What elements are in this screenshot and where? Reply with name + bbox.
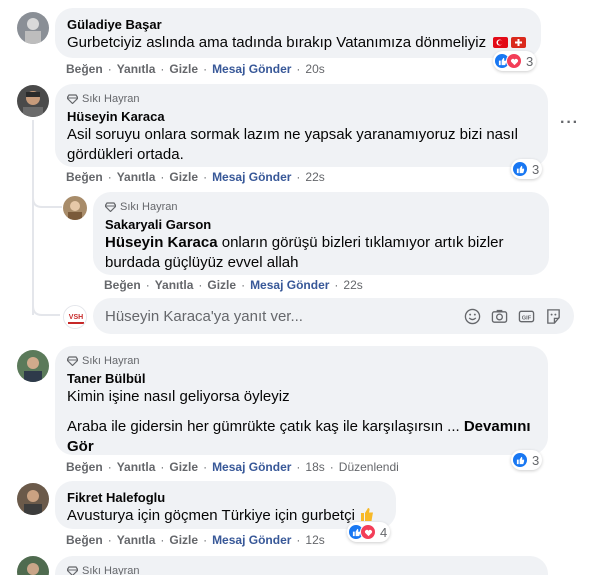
send-message-button[interactable]: Mesaj Gönder xyxy=(212,460,291,474)
hide-button[interactable]: Gizle xyxy=(169,533,198,547)
avatar[interactable] xyxy=(17,85,49,117)
comment-text: Kimin işine nasıl geliyorsa öyleyiz xyxy=(67,388,290,405)
diamond-icon xyxy=(105,202,116,212)
reactions-count[interactable]: 4 xyxy=(347,522,391,542)
badge-label: Sıkı Hayran xyxy=(82,565,140,575)
comment-text: Asil soruyu onlara sormak lazım ne yapsa… xyxy=(67,126,519,163)
edited-label[interactable]: Düzenlendi xyxy=(339,460,399,474)
badge-label: Sıkı Hayran xyxy=(82,93,140,105)
hide-button[interactable]: Gizle xyxy=(169,170,198,184)
badge-label: Sıkı Hayran xyxy=(120,201,178,213)
comment-author[interactable]: Fikret Halefoglu xyxy=(67,489,384,506)
avatar[interactable] xyxy=(63,196,87,220)
diamond-icon xyxy=(67,94,78,104)
mention-link[interactable]: Hüseyin Karaca xyxy=(105,234,218,251)
comment-bubble: Sıkı Hayran xyxy=(55,556,548,575)
reply-button[interactable]: Yanıtla xyxy=(117,62,156,76)
fan-badge: Sıkı Hayran xyxy=(67,564,536,575)
reply-button[interactable]: Yanıtla xyxy=(117,460,156,474)
more-options-icon[interactable]: ··· xyxy=(560,114,579,132)
love-reaction-icon xyxy=(506,53,522,69)
send-message-button[interactable]: Mesaj Gönder xyxy=(212,62,291,76)
like-reaction-icon xyxy=(512,161,528,177)
comment-author[interactable]: Sakaryali Garson xyxy=(105,216,537,233)
hide-button[interactable]: Gizle xyxy=(169,460,198,474)
reply-input[interactable]: Hüseyin Karaca'ya yanıt ver... GIF xyxy=(93,298,574,334)
like-reaction-icon xyxy=(512,452,528,468)
comment-actions: Beğen · Yanıtla · Gizle · Mesaj Gönder · 22s xyxy=(104,278,363,292)
like-button[interactable]: Beğen xyxy=(66,460,103,474)
reaction-count-label: 3 xyxy=(532,452,540,468)
love-reaction-icon xyxy=(360,524,376,540)
timestamp[interactable]: 22s xyxy=(305,170,324,184)
timestamp[interactable]: 18s xyxy=(305,460,324,474)
avatar[interactable] xyxy=(17,12,49,44)
current-user-avatar-logo: VSH xyxy=(69,314,83,321)
reply-connector xyxy=(32,190,62,208)
diamond-icon xyxy=(67,566,78,575)
comment-actions: Beğen · Yanıtla · Gizle · Mesaj Gönder · 20s xyxy=(66,62,325,76)
reply-button[interactable]: Yanıtla xyxy=(117,533,156,547)
avatar[interactable] xyxy=(17,350,49,382)
comment-author[interactable]: Güladiye Başar xyxy=(67,16,529,33)
fan-badge: Sıkı Hayran xyxy=(67,92,536,106)
svg-text:GIF: GIF xyxy=(522,315,532,321)
comment-author[interactable]: Hüseyin Karaca xyxy=(67,108,536,125)
current-user-avatar: VSH xyxy=(63,305,87,329)
badge-label: Sıkı Hayran xyxy=(82,355,140,367)
turkey-flag-icon xyxy=(493,37,509,48)
fan-badge: Sıkı Hayran xyxy=(105,200,537,214)
comment-text: Araba ile gidersin her gümrükte çatık ka… xyxy=(67,418,531,455)
reactions-count[interactable]: 3 xyxy=(493,51,537,71)
reply-bubble: Sıkı Hayran Sakaryali Garson Hüseyin Kar… xyxy=(93,192,549,275)
comment-bubble: Sıkı Hayran Taner Bülbül Kimin işine nas… xyxy=(55,346,548,455)
comment-author[interactable]: Taner Bülbül xyxy=(67,370,536,387)
reply-button[interactable]: Yanıtla xyxy=(155,278,194,292)
sticker-icon[interactable] xyxy=(545,308,562,325)
reaction-count-label: 3 xyxy=(532,161,540,177)
comment-actions: Beğen · Yanıtla · Gizle · Mesaj Gönder · 22s xyxy=(66,170,325,184)
gif-icon[interactable]: GIF xyxy=(518,308,535,325)
comment-text: Hüseyin Karaca onların görüşü bizleri tı… xyxy=(105,234,504,271)
camera-icon[interactable] xyxy=(491,308,508,325)
comment-bubble: Sıkı Hayran Hüseyin Karaca Asil soruyu o… xyxy=(55,84,548,167)
comment-bubble: Fikret Halefoglu Avusturya için göçmen T… xyxy=(55,481,396,529)
hide-button[interactable]: Gizle xyxy=(169,62,198,76)
reaction-count-label: 3 xyxy=(526,53,534,69)
send-message-button[interactable]: Mesaj Gönder xyxy=(212,533,291,547)
avatar[interactable] xyxy=(17,556,49,575)
swiss-flag-icon xyxy=(511,37,527,48)
reactions-count[interactable]: 3 xyxy=(511,159,543,179)
timestamp[interactable]: 22s xyxy=(343,278,362,292)
like-button[interactable]: Beğen xyxy=(104,278,141,292)
comment-actions: Beğen · Yanıtla · Gizle · Mesaj Gönder · 18s… xyxy=(66,460,399,474)
timestamp[interactable]: 20s xyxy=(305,62,324,76)
reply-button[interactable]: Yanıtla xyxy=(117,170,156,184)
comment-actions: Beğen · Yanıtla · Gizle · Mesaj Gönder · 12s xyxy=(66,533,325,547)
comment-bubble: Güladiye Başar Gurbetciyiz aslında ama t… xyxy=(55,8,541,58)
comment-text: Avusturya için göçmen Türkiye için gurbe… xyxy=(67,506,384,528)
reaction-count-label: 4 xyxy=(380,524,388,540)
fan-badge: Sıkı Hayran xyxy=(67,354,536,368)
thread-line xyxy=(32,120,34,315)
comment-text: Gurbetciyiz aslında ama tadında bırakıp … xyxy=(67,33,529,53)
reply-placeholder: Hüseyin Karaca'ya yanıt ver... xyxy=(105,307,303,325)
reply-connector xyxy=(32,298,60,316)
diamond-icon xyxy=(67,356,78,366)
hide-button[interactable]: Gizle xyxy=(207,278,236,292)
timestamp[interactable]: 12s xyxy=(305,533,324,547)
send-message-button[interactable]: Mesaj Gönder xyxy=(212,170,291,184)
emoji-icon[interactable] xyxy=(464,308,481,325)
like-button[interactable]: Beğen xyxy=(66,170,103,184)
avatar[interactable] xyxy=(17,483,49,515)
send-message-button[interactable]: Mesaj Gönder xyxy=(250,278,329,292)
like-button[interactable]: Beğen xyxy=(66,533,103,547)
like-button[interactable]: Beğen xyxy=(66,62,103,76)
reactions-count[interactable]: 3 xyxy=(511,450,543,470)
